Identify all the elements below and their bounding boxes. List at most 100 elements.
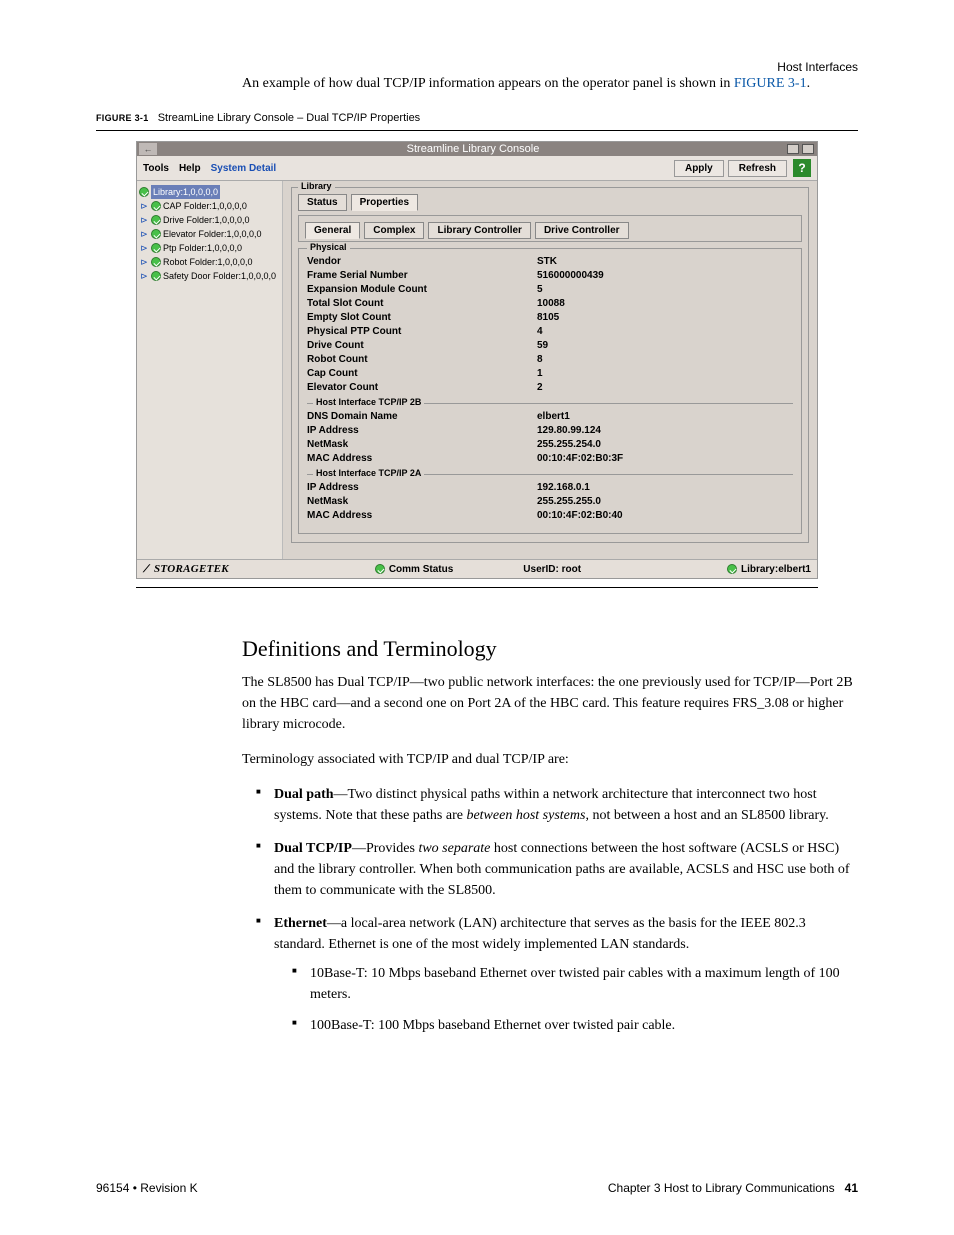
intro-text-b: . xyxy=(807,76,811,91)
page-footer: 96154 • Revision K Chapter 3 Host to Lib… xyxy=(96,1181,858,1195)
value: 2 xyxy=(537,381,793,395)
expander-icon[interactable]: ⊳ xyxy=(139,213,149,227)
value: 59 xyxy=(537,339,793,353)
back-button[interactable]: ← xyxy=(139,143,157,155)
menu-tools[interactable]: Tools xyxy=(143,163,169,174)
comm-status: Comm Status xyxy=(375,564,453,575)
figure-caption-text: StreamLine Library Console – Dual TCP/IP… xyxy=(158,112,421,124)
window-title: Streamline Library Console xyxy=(159,143,787,155)
section-legend: Host Interface TCP/IP 2B xyxy=(313,397,424,407)
apply-button[interactable]: Apply xyxy=(674,160,724,177)
tree-node-ptp[interactable]: ⊳Ptp Folder:1,0,0,0,0 xyxy=(139,241,280,255)
tree-node-elevator[interactable]: ⊳ Elevator Folder:1,0,0,0,0 xyxy=(139,227,280,241)
detail-panel: Library Status Properties General Comple… xyxy=(283,181,817,559)
tree-node-cap[interactable]: ⊳CAP Folder:1,0,0,0,0 xyxy=(139,199,280,213)
row-vendor: VendorSTK xyxy=(307,255,793,269)
label: DNS Domain Name xyxy=(307,410,537,424)
expander-icon[interactable]: ⊳ xyxy=(139,241,149,255)
interface-2a-section: Host Interface TCP/IP 2A IP Address192.1… xyxy=(307,474,793,523)
label: Empty Slot Count xyxy=(307,311,537,325)
tree-label: Library:1,0,0,0,0 xyxy=(151,185,220,199)
label: MAC Address xyxy=(307,509,537,523)
intro-text-a: An example of how dual TCP/IP informatio… xyxy=(242,76,734,91)
footer-right: Chapter 3 Host to Library Communications… xyxy=(608,1181,858,1195)
refresh-button[interactable]: Refresh xyxy=(728,160,787,177)
tree-node-robot[interactable]: ⊳ Robot Folder:1,0,0,0,0 xyxy=(139,255,280,269)
term-emphasis: two separate xyxy=(418,841,490,856)
row-ip: IP Address192.168.0.1 xyxy=(307,481,793,495)
figure-tag: FIGURE 3-1 xyxy=(96,113,149,123)
label: Vendor xyxy=(307,255,537,269)
titlebar: ← Streamline Library Console xyxy=(137,142,817,156)
section-legend: Host Interface TCP/IP 2A xyxy=(313,468,424,478)
term-name: Ethernet xyxy=(274,916,327,931)
row-empty-slot: Empty Slot Count8105 xyxy=(307,311,793,325)
footer-page-number: 41 xyxy=(845,1181,858,1195)
tab-library-controller[interactable]: Library Controller xyxy=(428,222,530,239)
sub-10base-t: 10Base-T: 10 Mbps baseband Ethernet over… xyxy=(292,963,858,1005)
value: 00:10:4F:02:B0:40 xyxy=(537,509,793,523)
sub-100base-t: 100Base-T: 100 Mbps baseband Ethernet ov… xyxy=(292,1015,858,1036)
sub-tabs-container: General Complex Library Controller Drive… xyxy=(298,215,802,242)
row-mac: MAC Address00:10:4F:02:B0:40 xyxy=(307,509,793,523)
interface-2b-section: Host Interface TCP/IP 2B DNS Domain Name… xyxy=(307,403,793,466)
tab-complex[interactable]: Complex xyxy=(364,222,424,239)
section-legend: Physical xyxy=(307,242,350,252)
row-robot: Robot Count8 xyxy=(307,353,793,367)
status-ok-icon xyxy=(151,201,161,211)
term-text: —a local-area network (LAN) architecture… xyxy=(274,916,806,952)
menu-help[interactable]: Help xyxy=(179,163,201,174)
figure-caption: FIGURE 3-1 StreamLine Library Console – … xyxy=(96,112,858,124)
tab-general[interactable]: General xyxy=(305,222,360,239)
tab-drive-controller[interactable]: Drive Controller xyxy=(535,222,629,239)
expander-icon[interactable]: ⊳ xyxy=(139,199,149,213)
status-ok-icon xyxy=(727,564,737,574)
figure-rule-top xyxy=(96,130,858,131)
value: elbert1 xyxy=(537,410,793,424)
row-netmask: NetMask255.255.255.0 xyxy=(307,495,793,509)
menu-system-detail[interactable]: System Detail xyxy=(211,163,277,174)
tab-properties[interactable]: Properties xyxy=(351,194,418,211)
value: 192.168.0.1 xyxy=(537,481,793,495)
term-emphasis: between host systems xyxy=(466,808,585,823)
value: 5 xyxy=(537,283,793,297)
tree-node-library[interactable]: Library:1,0,0,0,0 xyxy=(139,185,280,199)
term-ethernet: Ethernet—a local-area network (LAN) arch… xyxy=(256,913,858,1036)
label: Cap Count xyxy=(307,367,537,381)
ethernet-sublist: 10Base-T: 10 Mbps baseband Ethernet over… xyxy=(292,963,858,1036)
definitions-heading: Definitions and Terminology xyxy=(242,636,858,662)
window-buttons xyxy=(787,144,814,154)
status-ok-icon xyxy=(151,229,161,239)
row-ptp: Physical PTP Count4 xyxy=(307,325,793,339)
tree-node-safety[interactable]: ⊳Safety Door Folder:1,0,0,0,0 xyxy=(139,269,280,283)
maximize-button[interactable] xyxy=(802,144,814,154)
tab-status[interactable]: Status xyxy=(298,194,347,211)
tree-label: Robot Folder:1,0,0,0,0 xyxy=(163,255,253,269)
minimize-button[interactable] xyxy=(787,144,799,154)
figure-link[interactable]: FIGURE 3-1 xyxy=(734,76,807,91)
status-ok-icon xyxy=(151,243,161,253)
value: STK xyxy=(537,255,793,269)
row-mac: MAC Address00:10:4F:02:B0:3F xyxy=(307,452,793,466)
row-total-slot: Total Slot Count10088 xyxy=(307,297,793,311)
footer-left: 96154 • Revision K xyxy=(96,1181,198,1195)
library-fieldset: Library Status Properties General Comple… xyxy=(291,187,809,543)
tree-label: Elevator Folder:1,0,0,0,0 xyxy=(163,227,262,241)
value: 516000000439 xyxy=(537,269,793,283)
statusbar: ⟋ STORAGETEK Comm Status UserID: root Li… xyxy=(137,559,817,578)
screenshot-window: ← Streamline Library Console Tools Help … xyxy=(136,141,818,579)
label: Expansion Module Count xyxy=(307,283,537,297)
label: IP Address xyxy=(307,481,537,495)
term-text: , not between a host and an SL8500 libra… xyxy=(585,808,828,823)
tree-node-drive[interactable]: ⊳Drive Folder:1,0,0,0,0 xyxy=(139,213,280,227)
help-icon[interactable]: ? xyxy=(793,159,811,177)
intro-paragraph: An example of how dual TCP/IP informatio… xyxy=(242,74,858,94)
expander-icon[interactable]: ⊳ xyxy=(139,255,149,269)
row-netmask: NetMask255.255.254.0 xyxy=(307,438,793,452)
expander-icon[interactable]: ⊳ xyxy=(139,227,149,241)
expander-icon[interactable]: ⊳ xyxy=(139,269,149,283)
term-list: Dual path—Two distinct physical paths wi… xyxy=(256,784,858,1036)
label: NetMask xyxy=(307,495,537,509)
value: 10088 xyxy=(537,297,793,311)
label: Elevator Count xyxy=(307,381,537,395)
